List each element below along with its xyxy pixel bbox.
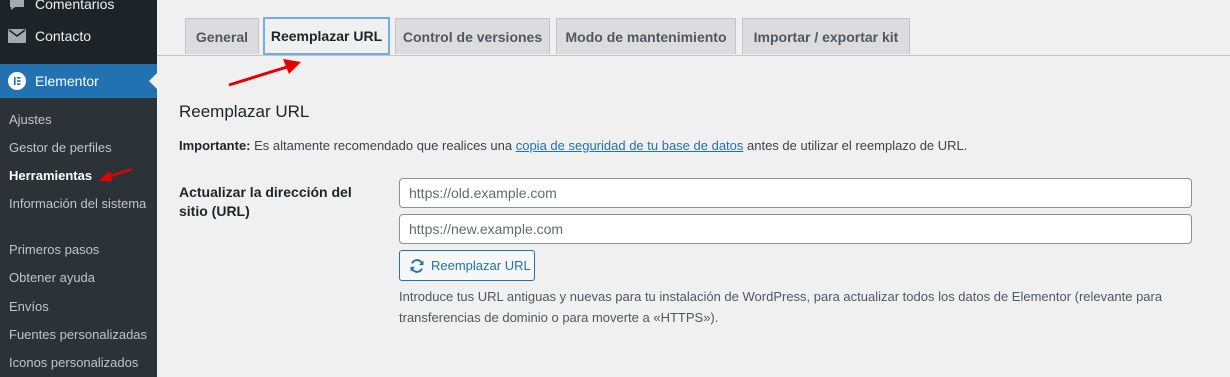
menu-item-comentarios[interactable]: Comentarios <box>0 0 157 21</box>
tab-reemplazar-url[interactable]: Reemplazar URL <box>263 17 390 55</box>
submenu-item-herramientas[interactable]: Herramientas <box>9 167 149 185</box>
important-text-after: antes de utilizar el reemplazo de URL. <box>743 138 968 153</box>
replace-url-description: Introduce tus URL antiguas y nuevas para… <box>399 289 1163 325</box>
menu-item-label: Comentarios <box>35 0 115 12</box>
site-url-label: Actualizar la dirección del sitio (URL) <box>179 184 352 219</box>
tab-general[interactable]: General <box>185 18 259 54</box>
important-text-before: Es altamente recomendado que realices un… <box>250 138 516 153</box>
submenu-item-primeros-pasos[interactable]: Primeros pasos <box>9 241 149 259</box>
important-label: Importante: <box>179 138 251 153</box>
sync-icon <box>409 258 425 274</box>
settings-tabs: General Reemplazar URL Control de versio… <box>157 0 1230 56</box>
submenu-item-iconos-personalizados[interactable]: Iconos personalizados <box>9 354 149 372</box>
mail-icon <box>7 26 27 46</box>
submenu-item-gestor-de-perfiles[interactable]: Gestor de perfiles <box>9 139 149 157</box>
menu-item-label: Elementor <box>35 73 99 89</box>
new-url-input[interactable] <box>399 214 1192 244</box>
elementor-submenu: Ajustes Gestor de perfiles Herramientas … <box>0 98 157 377</box>
submenu-item-fuentes-personalizadas[interactable]: Fuentes personalizadas <box>9 326 149 344</box>
menu-item-contacto[interactable]: Contacto <box>0 19 157 53</box>
old-url-input[interactable] <box>399 178 1192 208</box>
tab-modo-de-mantenimiento[interactable]: Modo de mantenimiento <box>556 18 736 54</box>
important-notice: Importante: Es altamente recomendado que… <box>179 138 967 153</box>
submenu-item-envios[interactable]: Envíos <box>9 298 149 316</box>
submenu-item-obtener-ayuda[interactable]: Obtener ayuda <box>9 269 149 287</box>
tab-importar-exportar-kit[interactable]: Importar / exportar kit <box>742 18 910 54</box>
replace-url-button-label: Reemplazar URL <box>431 258 531 273</box>
elementor-icon <box>7 71 27 91</box>
replace-url-button[interactable]: Reemplazar URL <box>399 250 535 281</box>
menu-item-label: Contacto <box>35 28 92 44</box>
annotation-arrow-tab <box>228 59 301 87</box>
submenu-item-informacion-del-sistema[interactable]: Información del sistema <box>9 195 149 213</box>
comment-icon <box>7 0 27 14</box>
admin-sidebar: Comentarios Contacto Elementor Ajustes G… <box>0 0 157 377</box>
backup-link[interactable]: copia de seguridad de tu base de datos <box>516 138 744 153</box>
menu-item-elementor[interactable]: Elementor <box>0 64 157 98</box>
section-title: Reemplazar URL <box>179 102 310 121</box>
submenu-item-ajustes[interactable]: Ajustes <box>9 111 149 129</box>
tab-control-de-versiones[interactable]: Control de versiones <box>395 18 550 54</box>
